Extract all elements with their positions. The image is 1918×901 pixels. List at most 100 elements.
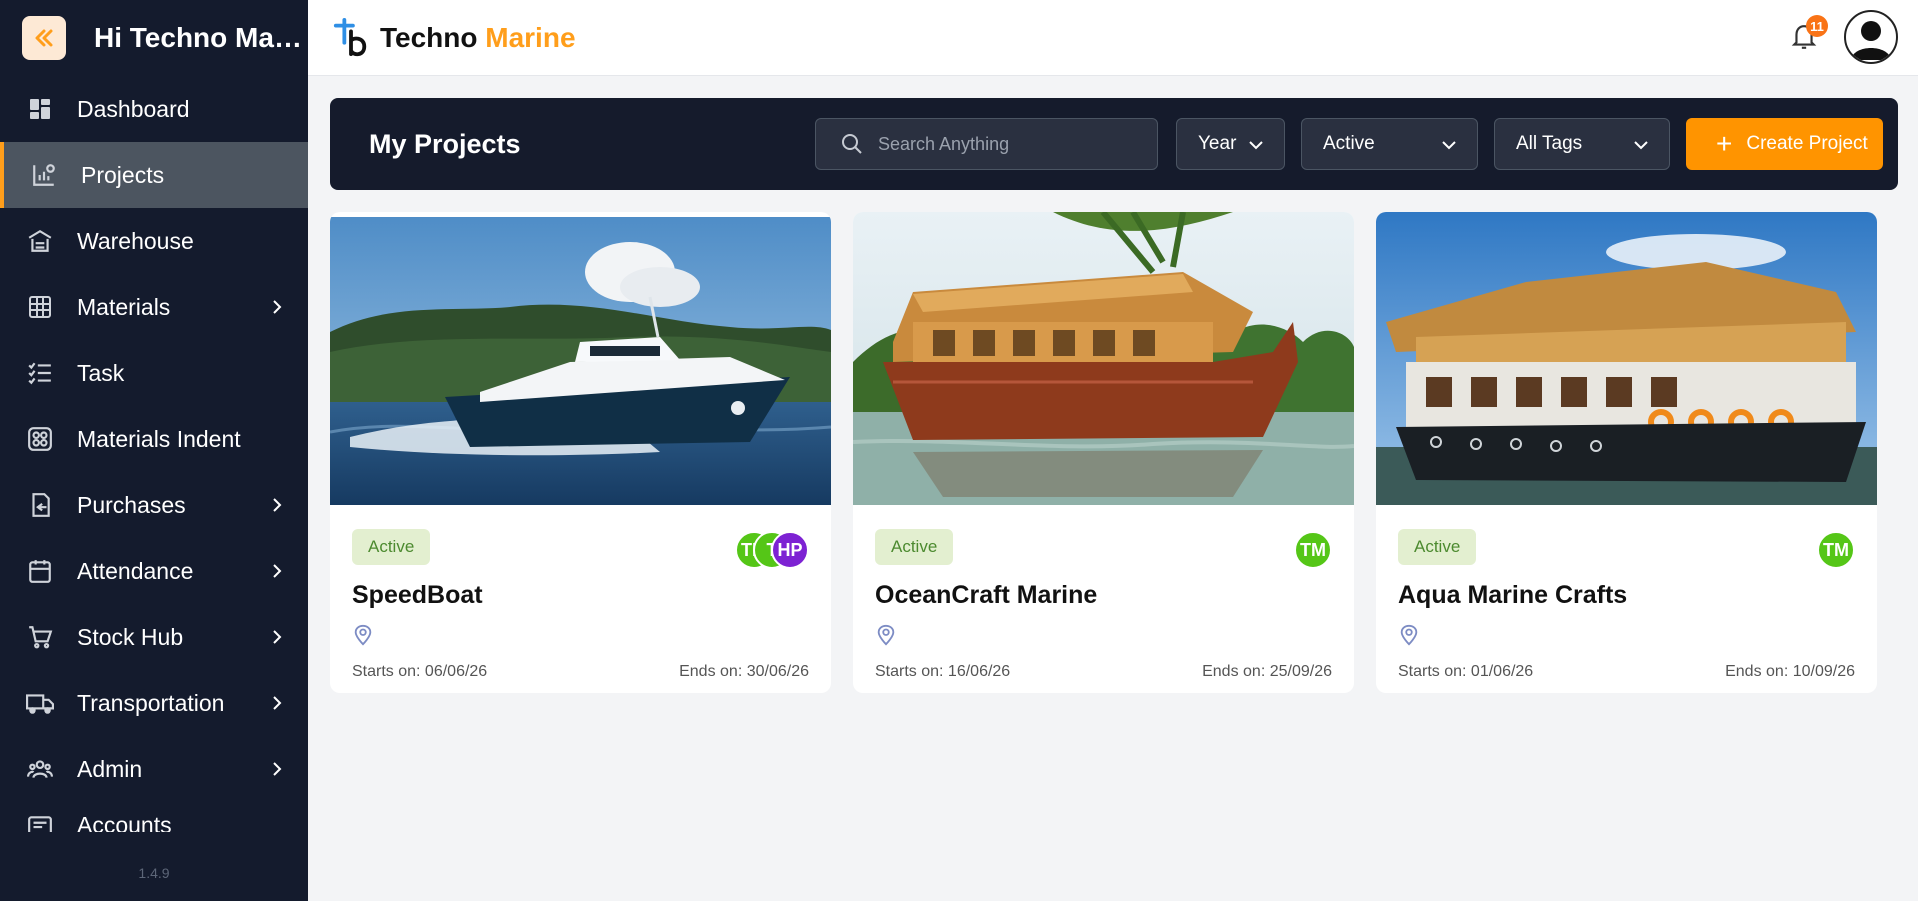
sidebar-item-transportation[interactable]: Transportation bbox=[0, 670, 308, 736]
notifications-button[interactable]: 11 bbox=[1788, 15, 1828, 55]
truck-icon bbox=[26, 689, 54, 717]
project-title: Aqua Marine Crafts bbox=[1398, 581, 1628, 609]
project-image bbox=[330, 212, 831, 505]
chevron-right-icon bbox=[266, 692, 288, 714]
task-icon bbox=[26, 359, 54, 387]
sidebar-item-label: Materials Indent bbox=[77, 425, 241, 452]
materials-indent-icon bbox=[26, 425, 54, 453]
chevron-down-icon bbox=[1249, 141, 1263, 150]
chevron-down-icon bbox=[1634, 141, 1648, 150]
speedboat-photo bbox=[330, 217, 831, 505]
search-placeholder: Search Anything bbox=[878, 133, 1010, 154]
project-title: OceanCraft Marine bbox=[875, 581, 1098, 609]
project-card-aqua-marine-crafts[interactable]: Active TM Aqua Marine Crafts Starts on: … bbox=[1376, 212, 1877, 693]
topbar-actions: 11 bbox=[1788, 10, 1898, 64]
user-silhouette-icon bbox=[1851, 21, 1891, 60]
start-date: Starts on: 16/06/26 bbox=[875, 663, 1011, 680]
location-pin-icon bbox=[354, 624, 372, 646]
sidebar-item-warehouse[interactable]: Warehouse bbox=[0, 208, 308, 274]
sidebar-item-admin[interactable]: Admin bbox=[0, 736, 308, 802]
chevron-right-icon bbox=[266, 494, 288, 516]
sidebar-item-stock-hub[interactable]: Stock Hub bbox=[0, 604, 308, 670]
topbar: Techno Marine 11 bbox=[308, 0, 1918, 76]
sidebar-item-label: Projects bbox=[81, 161, 165, 188]
status-badge: Active bbox=[352, 529, 431, 565]
sidebar-item-label: Admin bbox=[77, 755, 143, 782]
start-date: Starts on: 06/06/26 bbox=[352, 663, 488, 680]
double-chevron-left-icon bbox=[35, 29, 53, 47]
brand-logo bbox=[333, 17, 367, 56]
plus-icon: + bbox=[1716, 128, 1733, 159]
status-filter-dropdown[interactable]: Active bbox=[1301, 118, 1478, 170]
collapse-sidebar-button[interactable] bbox=[22, 16, 66, 60]
sidebar-item-label: Warehouse bbox=[77, 227, 194, 254]
project-card-speedboat[interactable]: Active TM T HP SpeedBoat Starts on: 06/0… bbox=[330, 212, 831, 693]
materials-icon bbox=[26, 293, 54, 321]
status-badge: Active bbox=[1398, 529, 1477, 565]
member-avatar[interactable]: HP bbox=[771, 531, 809, 569]
year-filter-dropdown[interactable]: Year bbox=[1176, 118, 1285, 170]
location-pin-icon bbox=[1400, 624, 1418, 646]
start-date: Starts on: 01/06/26 bbox=[1398, 663, 1534, 680]
member-avatar[interactable]: TM bbox=[1294, 531, 1332, 569]
sidebar-item-label: Transportation bbox=[77, 689, 225, 716]
create-project-button[interactable]: + Create Project bbox=[1686, 118, 1883, 170]
end-date: Ends on: 10/09/26 bbox=[1725, 663, 1855, 680]
notification-badge: 11 bbox=[1806, 15, 1828, 37]
tags-filter-value: All Tags bbox=[1516, 133, 1583, 154]
attendance-icon bbox=[26, 557, 54, 585]
tags-filter-dropdown[interactable]: All Tags bbox=[1494, 118, 1670, 170]
sidebar-item-dashboard[interactable]: Dashboard bbox=[0, 76, 308, 142]
projects-header: My Projects Search Anything Year Active … bbox=[330, 98, 1898, 190]
sidebar-item-label: Stock Hub bbox=[77, 623, 184, 650]
project-dates: Starts on: 06/06/26 Ends on: 30/06/26 bbox=[352, 663, 809, 681]
location-pin-icon bbox=[877, 624, 895, 646]
sidebar-item-attendance[interactable]: Attendance bbox=[0, 538, 308, 604]
project-dates: Starts on: 16/06/26 Ends on: 25/09/26 bbox=[875, 663, 1332, 681]
app-version: 1.4.9 bbox=[138, 865, 170, 881]
project-image bbox=[1376, 212, 1877, 505]
project-card-oceancraft-marine[interactable]: Active TM OceanCraft Marine Starts on: 1… bbox=[853, 212, 1354, 693]
purchases-icon bbox=[26, 491, 54, 519]
houseboat-photo bbox=[1376, 212, 1877, 505]
project-title: SpeedBoat bbox=[352, 581, 483, 609]
search-icon bbox=[842, 134, 862, 154]
status-filter-value: Active bbox=[1323, 133, 1375, 154]
sidebar-item-projects[interactable]: Projects bbox=[0, 142, 308, 208]
sidebar-item-label: Attendance bbox=[77, 557, 194, 584]
create-project-label: Create Project bbox=[1746, 133, 1868, 154]
chevron-right-icon bbox=[266, 560, 288, 582]
member-avatar[interactable]: TM bbox=[1817, 531, 1855, 569]
projects-icon bbox=[30, 161, 58, 189]
project-dates: Starts on: 01/06/26 Ends on: 10/09/26 bbox=[1398, 663, 1855, 681]
admin-icon bbox=[26, 755, 54, 783]
chevron-right-icon bbox=[266, 758, 288, 780]
sidebar-header: Hi Techno Mar... bbox=[0, 0, 308, 76]
card-body: Active TM OceanCraft Marine Starts on: 1… bbox=[875, 529, 1332, 693]
warehouse-icon bbox=[26, 227, 54, 255]
status-badge: Active bbox=[875, 529, 954, 565]
project-image bbox=[853, 212, 1354, 505]
card-body: Active TM T HP SpeedBoat Starts on: 06/0… bbox=[352, 529, 809, 693]
sidebar-item-task[interactable]: Task bbox=[0, 340, 308, 406]
sidebar-item-purchases[interactable]: Purchases bbox=[0, 472, 308, 538]
chevron-right-icon bbox=[266, 626, 288, 648]
sidebar-item-label: Materials bbox=[77, 293, 171, 320]
member-avatars: TM bbox=[1817, 531, 1855, 569]
sidebar-item-materials-indent[interactable]: Materials Indent bbox=[0, 406, 308, 472]
chevron-down-icon bbox=[1442, 141, 1456, 150]
sidebar-nav: Dashboard Projects Warehouse Materials T… bbox=[0, 76, 308, 832]
end-date: Ends on: 30/06/26 bbox=[679, 663, 809, 680]
year-filter-value: Year bbox=[1198, 133, 1237, 154]
stock-hub-icon bbox=[26, 623, 54, 651]
brand-accent: Marine bbox=[485, 21, 576, 53]
sidebar-item-accounts[interactable]: Accounts bbox=[0, 802, 308, 832]
sidebar-item-label: Accounts bbox=[77, 812, 172, 832]
user-avatar[interactable] bbox=[1844, 10, 1898, 64]
page-title: My Projects bbox=[369, 128, 521, 159]
member-avatars: TM bbox=[1294, 531, 1332, 569]
sidebar-item-label: Dashboard bbox=[77, 95, 190, 122]
sidebar-item-materials[interactable]: Materials bbox=[0, 274, 308, 340]
card-body: Active TM Aqua Marine Crafts Starts on: … bbox=[1398, 529, 1855, 693]
search-input[interactable]: Search Anything bbox=[815, 118, 1158, 170]
